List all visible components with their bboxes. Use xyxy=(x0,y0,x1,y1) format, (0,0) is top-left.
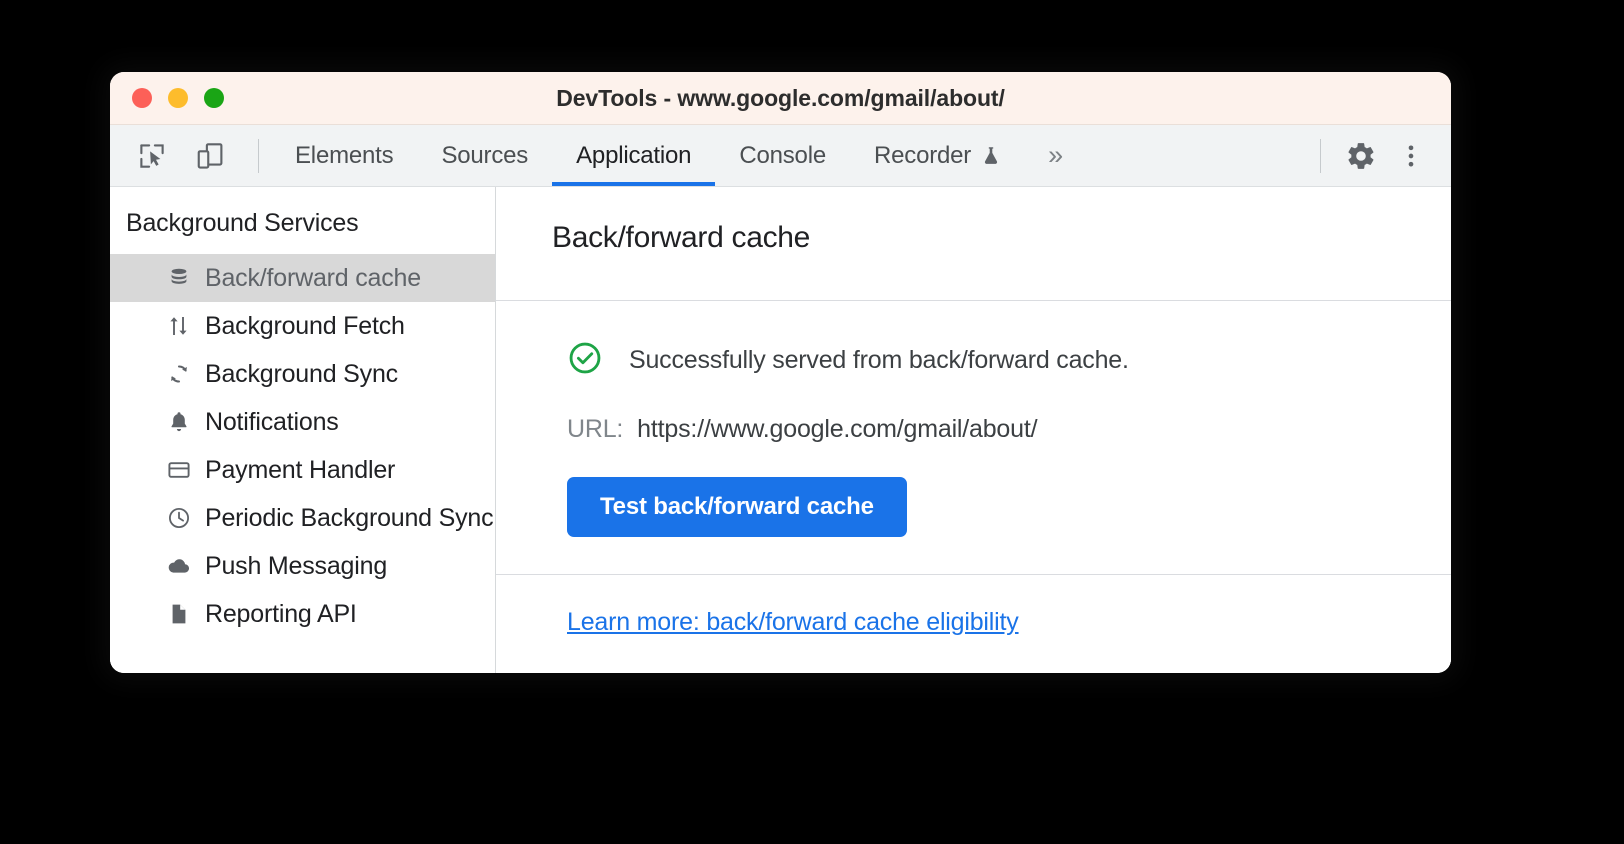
cloud-icon xyxy=(166,553,192,579)
tab-elements[interactable]: Elements xyxy=(271,125,417,186)
panel-body: Background Services Back/forward cache xyxy=(110,187,1451,673)
toolbar-right-icons xyxy=(1308,125,1451,186)
tab-sources[interactable]: Sources xyxy=(417,125,552,186)
arrows-up-down-icon xyxy=(166,313,192,339)
window-titlebar: DevTools - www.google.com/gmail/about/ xyxy=(110,72,1451,125)
screenshot-stage: DevTools - www.google.com/gmail/about/ xyxy=(0,0,1624,844)
settings-button[interactable] xyxy=(1339,134,1383,178)
url-label: URL: xyxy=(567,415,623,444)
sidebar-item-back-forward-cache[interactable]: Back/forward cache xyxy=(110,254,495,302)
tab-console[interactable]: Console xyxy=(715,125,850,186)
sidebar-item-periodic-background-sync[interactable]: Periodic Background Sync xyxy=(110,494,495,542)
sidebar-item-payment-handler[interactable]: Payment Handler xyxy=(110,446,495,494)
tab-console-label: Console xyxy=(739,142,826,170)
sidebar-item-notifications[interactable]: Notifications xyxy=(110,398,495,446)
test-back-forward-cache-button[interactable]: Test back/forward cache xyxy=(567,477,907,537)
tabs-overflow-button[interactable]: » xyxy=(1026,125,1085,186)
devtools-window: DevTools - www.google.com/gmail/about/ xyxy=(110,72,1451,673)
settings-gear-icon xyxy=(1345,140,1377,172)
database-icon xyxy=(166,265,192,291)
sidebar-section-header: Background Services xyxy=(110,193,495,254)
sidebar-item-label: Payment Handler xyxy=(205,456,395,485)
sidebar-item-reporting-api[interactable]: Reporting API xyxy=(110,590,495,638)
learn-more-row: Learn more: back/forward cache eligibili… xyxy=(496,575,1451,637)
more-options-icon xyxy=(1397,142,1425,170)
inspect-element-icon xyxy=(137,141,167,171)
sidebar-item-label: Background Sync xyxy=(205,360,398,389)
tab-sources-label: Sources xyxy=(441,142,528,170)
tab-recorder[interactable]: Recorder xyxy=(850,125,1026,186)
sidebar-item-label: Back/forward cache xyxy=(205,264,421,293)
experiment-flask-icon xyxy=(980,145,1002,167)
learn-more-link[interactable]: Learn more: back/forward cache eligibili… xyxy=(567,608,1019,636)
tab-application[interactable]: Application xyxy=(552,125,715,186)
sync-icon xyxy=(166,361,192,387)
sidebar-item-label: Background Fetch xyxy=(205,312,405,341)
tab-application-label: Application xyxy=(576,142,691,170)
sidebar-item-background-sync[interactable]: Background Sync xyxy=(110,350,495,398)
sidebar-item-label: Periodic Background Sync xyxy=(205,504,493,533)
toolbar-divider xyxy=(258,139,259,173)
status-row: Successfully served from back/forward ca… xyxy=(496,301,1451,381)
tab-elements-label: Elements xyxy=(295,142,393,170)
test-button-row: Test back/forward cache xyxy=(496,444,1451,537)
window-title: DevTools - www.google.com/gmail/about/ xyxy=(110,85,1451,112)
toolbar-left-icons xyxy=(110,125,271,186)
sidebar-item-label: Reporting API xyxy=(205,600,357,629)
inspect-element-button[interactable] xyxy=(130,134,174,178)
sidebar-item-background-fetch[interactable]: Background Fetch xyxy=(110,302,495,350)
url-row: URL: https://www.google.com/gmail/about/ xyxy=(496,381,1451,444)
credit-card-icon xyxy=(166,457,192,483)
toolbar-divider-right xyxy=(1320,139,1321,173)
check-circle-icon xyxy=(567,340,603,381)
sidebar-item-label: Notifications xyxy=(205,408,339,437)
page-title: Back/forward cache xyxy=(496,187,1451,255)
document-icon xyxy=(166,601,192,627)
panel-tabs: Elements Sources Application Console Rec… xyxy=(271,125,1308,186)
tabs-overflow-icon: » xyxy=(1048,140,1063,171)
clock-icon xyxy=(166,505,192,531)
device-toolbar-icon xyxy=(195,141,225,171)
url-value: https://www.google.com/gmail/about/ xyxy=(637,415,1037,444)
sidebar-item-label: Push Messaging xyxy=(205,552,387,581)
more-options-button[interactable] xyxy=(1389,134,1433,178)
devtools-toolbar: Elements Sources Application Console Rec… xyxy=(110,125,1451,187)
sidebar-item-push-messaging[interactable]: Push Messaging xyxy=(110,542,495,590)
application-sidebar: Background Services Back/forward cache xyxy=(110,187,496,673)
tab-recorder-label: Recorder xyxy=(874,142,971,170)
status-message: Successfully served from back/forward ca… xyxy=(629,346,1129,375)
device-toolbar-button[interactable] xyxy=(188,134,232,178)
bell-icon xyxy=(166,409,192,435)
bfcache-panel: Back/forward cache Successfully served f… xyxy=(496,187,1451,673)
